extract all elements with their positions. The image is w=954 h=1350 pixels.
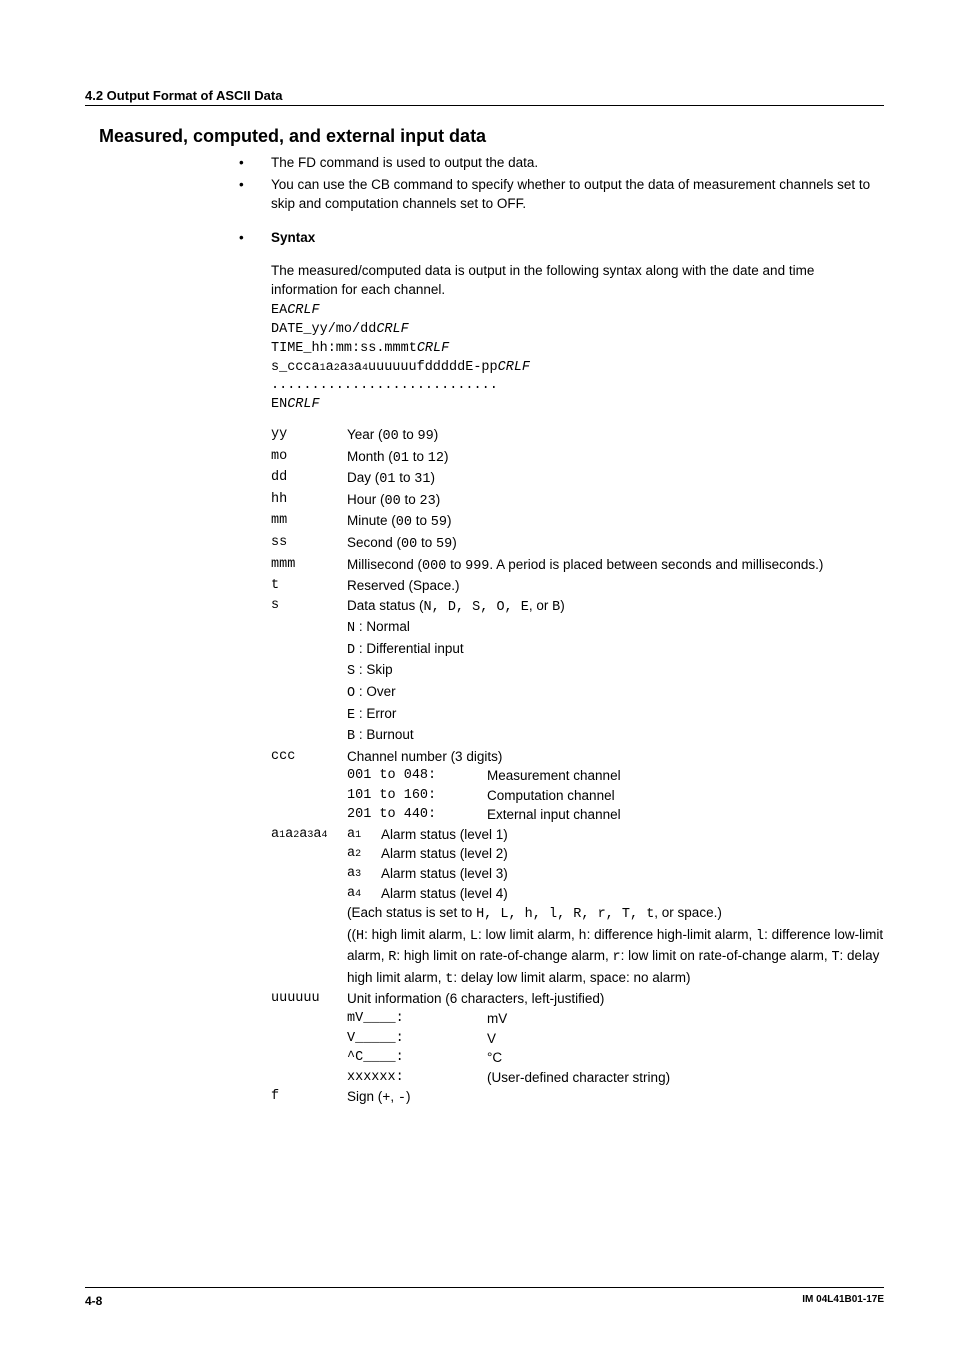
def-row: ccc Channel number (3 digits) 001 to 048…: [271, 747, 884, 825]
code: CRLF: [376, 322, 408, 337]
def-row: mmMinute (00 to 59): [271, 511, 884, 533]
code: s_ccca: [271, 360, 320, 375]
content-body: The FD command is used to output the dat…: [255, 153, 884, 1109]
def-row: a1a2a3a4 a1Alarm status (level 1) a2Alar…: [271, 825, 884, 990]
code: CRLF: [417, 341, 449, 356]
footer: 4-8 IM 04L41B01-17E: [85, 1287, 884, 1308]
def-sym: ccc: [271, 747, 347, 767]
def-sym: yy: [271, 425, 347, 445]
def-sym: mmm: [271, 555, 347, 575]
doc-id: IM 04L41B01-17E: [802, 1294, 884, 1308]
code: TIME_hh:mm:ss.mmmt: [271, 341, 417, 356]
def-row: mmmMillisecond (000 to 999. A period is …: [271, 555, 884, 577]
syntax-intro: The measured/computed data is output in …: [271, 261, 884, 300]
page-title: Measured, computed, and external input d…: [99, 126, 884, 147]
def-sym: a1a2a3a4: [271, 825, 347, 845]
def-desc: Second (00 to 59): [347, 533, 884, 555]
def-desc: Sign (+, -): [347, 1087, 884, 1109]
def-sym: dd: [271, 468, 347, 488]
def-sym: hh: [271, 490, 347, 510]
bullet-item: You can use the CB command to specify wh…: [271, 175, 884, 214]
bullet-item: The FD command is used to output the dat…: [271, 153, 884, 173]
def-desc: Channel number (3 digits) 001 to 048:Mea…: [347, 747, 884, 825]
syntax-heading: Syntax: [271, 230, 315, 245]
syntax-codeblock: EACRLF DATE_yy/mo/ddCRLF TIME_hh:mm:ss.m…: [271, 302, 884, 415]
def-row: yyYear (00 to 99): [271, 425, 884, 447]
def-desc: Day (01 to 31): [347, 468, 884, 490]
page-number: 4-8: [85, 1294, 102, 1308]
def-desc: Data status (N, D, S, O, E, or B) N : No…: [347, 596, 884, 747]
def-sym: s: [271, 596, 347, 616]
code: a: [340, 360, 348, 375]
def-sym: f: [271, 1087, 347, 1107]
def-row: hhHour (00 to 23): [271, 490, 884, 512]
intro-bullets: The FD command is used to output the dat…: [255, 153, 884, 214]
code: a: [326, 360, 334, 375]
code: CRLF: [287, 397, 319, 412]
definitions: yyYear (00 to 99) moMonth (01 to 12) ddD…: [271, 425, 884, 1109]
code: DATE_yy/mo/dd: [271, 322, 376, 337]
def-row: s Data status (N, D, S, O, E, or B) N : …: [271, 596, 884, 747]
def-desc: Year (00 to 99): [347, 425, 884, 447]
def-desc: Hour (00 to 23): [347, 490, 884, 512]
code: CRLF: [287, 303, 319, 318]
def-row: moMonth (01 to 12): [271, 447, 884, 469]
code: CRLF: [498, 360, 530, 375]
def-row: fSign (+, -): [271, 1087, 884, 1109]
code: a: [354, 360, 362, 375]
def-sym: ss: [271, 533, 347, 553]
def-sym: mm: [271, 511, 347, 531]
def-sym: uuuuuu: [271, 989, 347, 1009]
def-desc: Millisecond (000 to 999. A period is pla…: [347, 555, 884, 577]
syntax-heading-line: Syntax: [271, 228, 884, 248]
def-desc: Unit information (6 characters, left-jus…: [347, 989, 884, 1087]
def-desc: a1Alarm status (level 1) a2Alarm status …: [347, 825, 884, 990]
def-sym: mo: [271, 447, 347, 467]
def-desc: Minute (00 to 59): [347, 511, 884, 533]
code: uuuuuufdddddE-pp: [368, 360, 498, 375]
def-row: ssSecond (00 to 59): [271, 533, 884, 555]
code: EA: [271, 303, 287, 318]
code: EN: [271, 397, 287, 412]
def-row: ddDay (01 to 31): [271, 468, 884, 490]
def-row: tReserved (Space.): [271, 576, 884, 596]
page: 4.2 Output Format of ASCII Data Measured…: [0, 0, 954, 1350]
section-header: 4.2 Output Format of ASCII Data: [85, 88, 884, 106]
code: ............................: [271, 377, 884, 396]
def-desc: Month (01 to 12): [347, 447, 884, 469]
def-sym: t: [271, 576, 347, 596]
def-row: uuuuuu Unit information (6 characters, l…: [271, 989, 884, 1087]
def-desc: Reserved (Space.): [347, 576, 884, 596]
